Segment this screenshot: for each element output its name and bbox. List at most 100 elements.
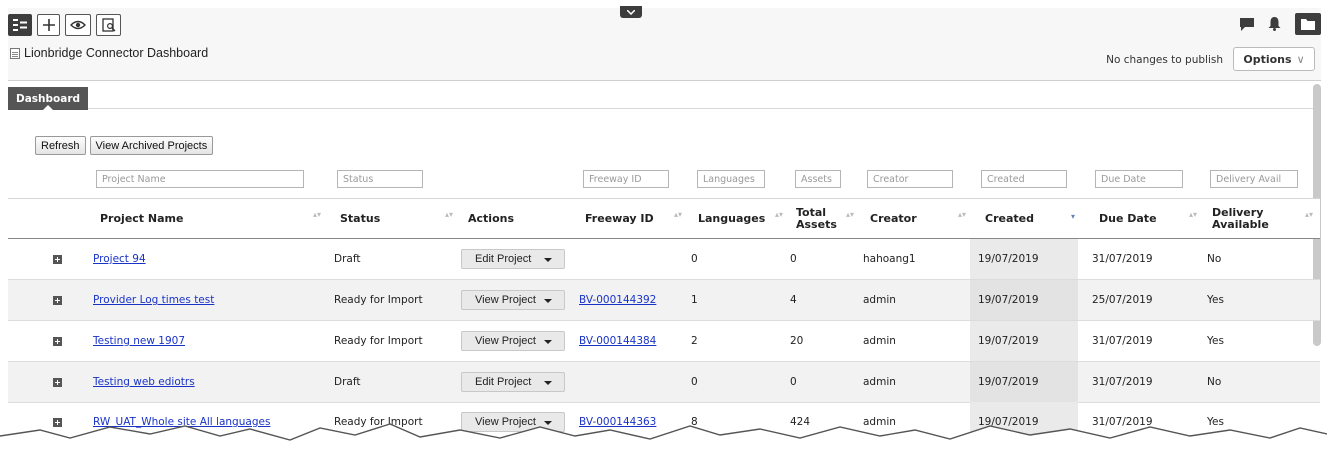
due-date-cell: 25/07/2019 [1092, 294, 1153, 306]
col-total-assets[interactable]: Total Assets [796, 199, 837, 239]
sort-icon[interactable]: ▴▾ [445, 211, 453, 219]
page-title: Lionbridge Connector Dashboard [24, 46, 209, 60]
created-cell: 19/07/2019 [978, 376, 1039, 388]
page-heading: Lionbridge Connector Dashboard [10, 46, 208, 60]
filter-due-date[interactable]: Due Date [1095, 170, 1183, 188]
filter-status[interactable]: Status [337, 170, 423, 188]
table-header: Project Name ▴▾ Status ▴▾ Actions Freewa… [8, 198, 1320, 239]
project-action-dropdown[interactable]: View Project [461, 331, 565, 351]
due-date-cell: 31/07/2019 [1092, 253, 1153, 265]
col-project-name[interactable]: Project Name [100, 199, 183, 239]
page-preview-icon [101, 18, 115, 32]
add-button[interactable] [37, 14, 60, 36]
sort-desc-icon[interactable]: ▾ [1071, 213, 1075, 221]
view-archived-projects-button[interactable]: View Archived Projects [89, 136, 214, 155]
sort-icon[interactable]: ▴▾ [313, 211, 321, 219]
caret-down-icon [544, 258, 552, 262]
sort-icon[interactable]: ▴▾ [1305, 211, 1313, 219]
bell-icon[interactable] [1268, 17, 1281, 31]
eye-icon [70, 20, 86, 30]
comments-icon[interactable] [1240, 17, 1254, 31]
assets-cell: 0 [790, 376, 797, 388]
languages-cell: 0 [691, 376, 698, 388]
col-actions: Actions [468, 212, 514, 225]
chevron-down-icon: ∨ [1296, 52, 1305, 66]
languages-cell: 0 [691, 253, 698, 265]
assets-cell: 20 [790, 335, 804, 347]
status-cell: Draft [334, 376, 361, 388]
project-action-label: View Project [475, 294, 536, 306]
sort-icon[interactable]: ▴▾ [958, 211, 966, 219]
created-cell: 19/07/2019 [978, 253, 1039, 265]
expand-row-icon[interactable] [53, 336, 62, 346]
table-row: Provider Log times test Ready for Import… [8, 280, 1320, 321]
caret-down-icon [544, 340, 552, 344]
project-action-dropdown[interactable]: Edit Project [461, 249, 565, 269]
due-date-cell: 31/07/2019 [1092, 335, 1153, 347]
project-link[interactable]: Project 94 [93, 253, 146, 265]
content-tree-button[interactable] [8, 14, 32, 36]
status-cell: Ready for Import [334, 294, 423, 306]
table-row: Project 94 Draft Edit Project 0 0 hahoan… [8, 239, 1320, 280]
tab-strip: Dashboard [8, 82, 1321, 110]
project-action-label: Edit Project [475, 376, 532, 388]
top-toolbar: Lionbridge Connector Dashboard No change… [8, 6, 1321, 81]
col-status[interactable]: Status [340, 199, 380, 239]
chevron-down-icon [627, 9, 635, 15]
created-cell: 19/07/2019 [978, 294, 1039, 306]
filter-languages[interactable]: Languages [697, 170, 765, 188]
filter-creator[interactable]: Creator [867, 170, 953, 188]
col-freeway-id[interactable]: Freeway ID [585, 199, 654, 239]
delivery-cell: No [1207, 376, 1222, 388]
filter-freeway-id[interactable]: Freeway ID [583, 170, 669, 188]
publish-status: No changes to publish [1106, 54, 1223, 66]
expand-row-icon[interactable] [53, 254, 62, 264]
due-date-cell: 31/07/2019 [1092, 376, 1153, 388]
col-created[interactable]: Created [985, 199, 1034, 239]
assets-cell: 4 [790, 294, 797, 306]
col-total-assets-line2: Assets [796, 218, 837, 231]
folder-icon [1301, 18, 1315, 30]
folder-button[interactable] [1295, 13, 1321, 35]
project-action-dropdown[interactable]: Edit Project [461, 372, 565, 392]
delivery-cell: No [1207, 253, 1222, 265]
expand-row-icon[interactable] [53, 377, 62, 387]
caret-down-icon [544, 299, 552, 303]
sort-icon[interactable]: ▴▾ [1189, 211, 1197, 219]
project-link[interactable]: Provider Log times test [93, 294, 214, 306]
project-link[interactable]: Testing web ediotrs [93, 376, 195, 388]
delivery-cell: Yes [1207, 294, 1224, 306]
sort-icon[interactable]: ▴▾ [846, 211, 854, 219]
sort-icon[interactable]: ▴▾ [775, 211, 783, 219]
expand-row-icon[interactable] [53, 295, 62, 305]
project-action-dropdown[interactable]: View Project [461, 290, 565, 310]
col-languages[interactable]: Languages [698, 199, 765, 239]
filter-created[interactable]: Created [981, 170, 1067, 188]
col-delivery-line2: Available [1212, 218, 1269, 231]
content-tree-icon [13, 19, 27, 31]
caret-down-icon [544, 381, 552, 385]
col-delivery-available[interactable]: Delivery Available [1212, 199, 1269, 239]
options-button[interactable]: Options ∨ [1233, 47, 1315, 71]
project-link[interactable]: Testing new 1907 [93, 335, 185, 347]
plus-icon [42, 19, 55, 31]
app-frame: Lionbridge Connector Dashboard No change… [0, 0, 1327, 452]
filter-assets[interactable]: Assets [795, 170, 841, 188]
page-preview-button[interactable] [96, 14, 121, 36]
freeway-id-link[interactable]: BV-000144392 [579, 294, 656, 306]
languages-cell: 2 [691, 335, 698, 347]
action-buttons: Refresh View Archived Projects [35, 136, 217, 155]
status-cell: Ready for Import [334, 335, 423, 347]
filter-delivery-available[interactable]: Delivery Avail [1210, 170, 1298, 188]
freeway-id-link[interactable]: BV-000144384 [579, 335, 656, 347]
collapse-toolbar-tab[interactable] [620, 6, 642, 18]
tab-dashboard[interactable]: Dashboard [8, 87, 89, 110]
sort-icon[interactable]: ▴▾ [674, 211, 682, 219]
creator-cell: admin [863, 294, 896, 306]
filter-project-name[interactable]: Project Name [96, 170, 304, 188]
refresh-button[interactable]: Refresh [35, 136, 86, 155]
preview-button[interactable] [65, 14, 91, 36]
col-creator[interactable]: Creator [870, 199, 917, 239]
table-row: Testing new 1907 Ready for Import View P… [8, 321, 1320, 362]
col-due-date[interactable]: Due Date [1099, 199, 1157, 239]
